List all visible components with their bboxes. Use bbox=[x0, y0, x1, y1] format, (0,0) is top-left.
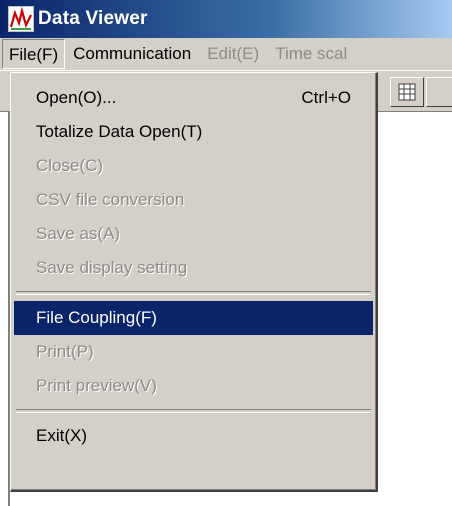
menu-item-shortcut: Ctrl+O bbox=[301, 88, 351, 107]
menu-communication[interactable]: Communication bbox=[65, 39, 199, 69]
menu-item-close[interactable]: Close(C) bbox=[14, 149, 373, 183]
menu-item-file-coupling[interactable]: File Coupling(F) bbox=[14, 301, 373, 335]
menu-separator bbox=[16, 291, 371, 295]
menu-edit[interactable]: Edit(E) bbox=[199, 39, 267, 69]
menu-item-save-as[interactable]: Save as(A) bbox=[14, 217, 373, 251]
menu-item-label: Open(O)... bbox=[36, 88, 117, 107]
title-bar[interactable]: Data Viewer bbox=[0, 0, 452, 38]
menu-item-totalize-data-open[interactable]: Totalize Data Open(T) bbox=[14, 115, 373, 149]
chart-line-icon bbox=[8, 6, 34, 32]
menu-item-print[interactable]: Print(P) bbox=[14, 335, 373, 369]
menu-item-csv-conversion[interactable]: CSV file conversion bbox=[14, 183, 373, 217]
menu-item-save-display-setting[interactable]: Save display setting bbox=[14, 251, 373, 285]
menu-separator bbox=[16, 409, 371, 413]
window-title: Data Viewer bbox=[38, 8, 148, 29]
app-window: Data Viewer File(F) Communication Edit(E… bbox=[0, 0, 452, 506]
file-menu-dropdown: Open(O)... Ctrl+O Totalize Data Open(T) … bbox=[10, 72, 378, 492]
menu-item-open[interactable]: Open(O)... Ctrl+O bbox=[14, 81, 373, 115]
table-icon bbox=[391, 83, 423, 110]
toolbar-button-table[interactable] bbox=[390, 77, 424, 107]
menu-item-exit[interactable]: Exit(X) bbox=[14, 419, 373, 453]
menu-file[interactable]: File(F) bbox=[2, 39, 66, 69]
menu-item-print-preview[interactable]: Print preview(V) bbox=[14, 369, 373, 403]
toolbar-button-next[interactable] bbox=[426, 77, 452, 107]
menu-bar: File(F) Communication Edit(E) Time scal bbox=[0, 38, 452, 71]
menu-time-scale[interactable]: Time scal bbox=[267, 39, 355, 69]
